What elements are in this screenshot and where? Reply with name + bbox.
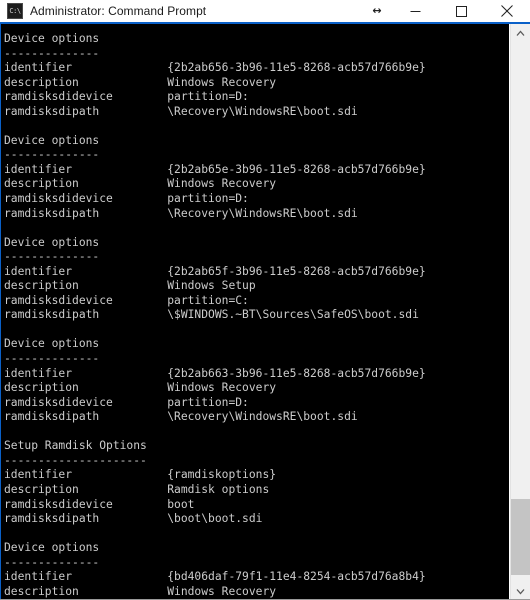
scrollbar-thumb[interactable] (511, 499, 530, 575)
close-icon (501, 5, 513, 17)
console-output-area[interactable]: Device options -------------- identifier… (0, 24, 509, 600)
minimize-icon (410, 10, 420, 12)
scroll-up-button[interactable] (511, 24, 530, 42)
scroll-down-button[interactable] (511, 582, 530, 600)
vertical-scrollbar[interactable] (510, 24, 530, 600)
command-prompt-window: C:\ Administrator: Command Prompt ↔ Devi… (0, 0, 530, 600)
window-title: Administrator: Command Prompt (30, 4, 207, 18)
app-icon-glyph: C:\ (9, 7, 21, 15)
maximize-icon (455, 5, 467, 17)
console-text: Device options -------------- identifier… (4, 32, 426, 600)
command-prompt-icon[interactable]: C:\ (7, 3, 23, 19)
scrollbar-track[interactable] (511, 42, 530, 582)
maximize-button[interactable] (438, 0, 484, 22)
minimize-button[interactable] (392, 0, 438, 22)
chevron-down-icon (516, 588, 525, 594)
horizontal-resize-cursor-icon: ↔ (372, 4, 382, 17)
close-button[interactable] (484, 0, 530, 22)
chevron-up-icon (516, 30, 525, 36)
